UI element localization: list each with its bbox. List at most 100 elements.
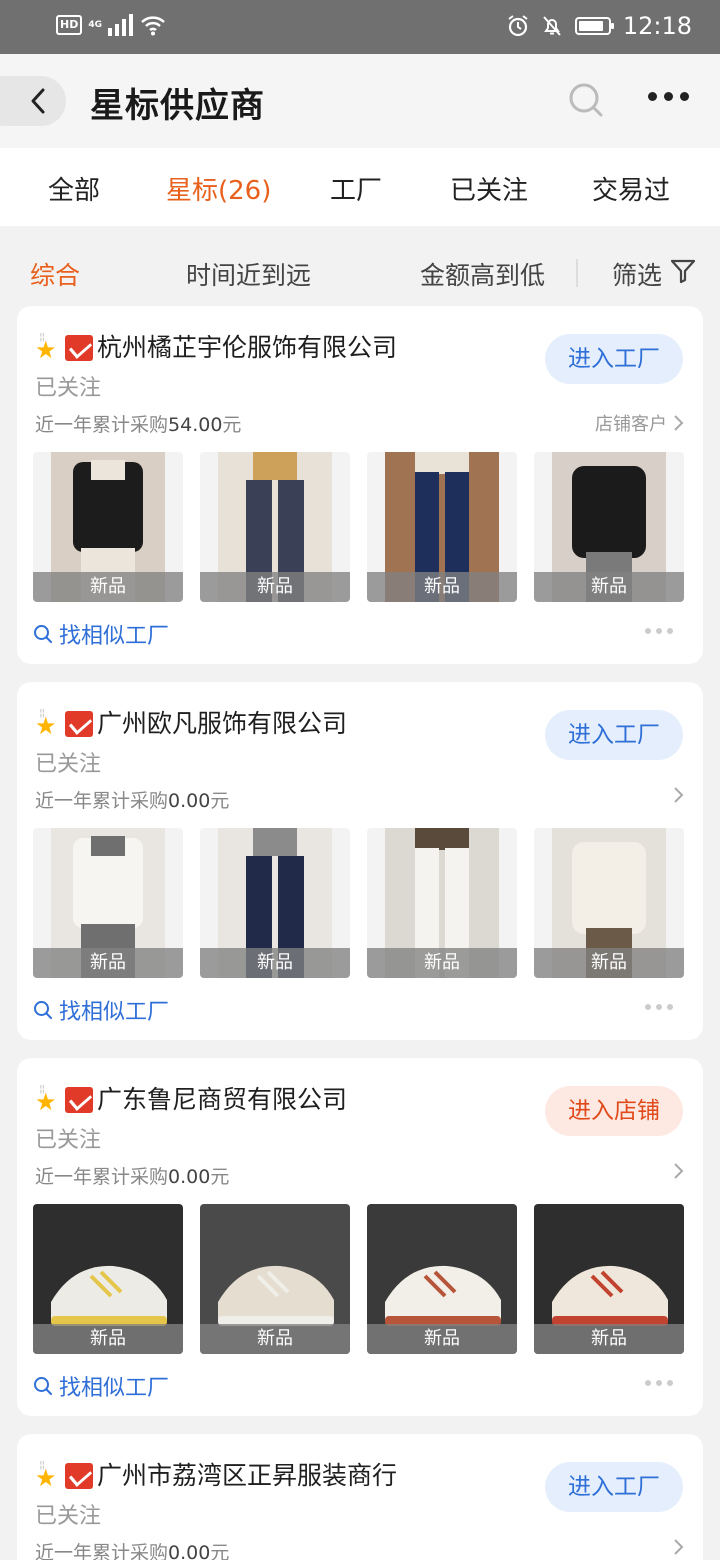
tab-factory[interactable]: 工厂 [330, 170, 382, 207]
purchase-unit: 元 [222, 414, 242, 436]
supplier-badges: ¦¦ ★ [35, 1460, 93, 1492]
customer-link[interactable] [667, 1162, 685, 1180]
chevron-right-icon [674, 1163, 684, 1179]
more-dot-icon [680, 92, 689, 101]
new-product-label: 新品 [33, 1324, 183, 1354]
new-product-label: 新品 [367, 1324, 517, 1354]
supplier-card[interactable]: ¦¦ ★ 广东鲁尼商贸有限公司 已关注 近一年累计采购0.00元 进入店铺 新品 新品 新品 新品… [17, 1058, 703, 1416]
product-thumb[interactable]: 新品 [534, 828, 684, 978]
supplier-badges: ¦¦ ★ [35, 1084, 93, 1116]
tab-traded[interactable]: 交易过 [592, 170, 670, 207]
search-icon [569, 83, 603, 117]
product-thumb[interactable]: 新品 [534, 1204, 684, 1354]
customer-link[interactable] [667, 1538, 685, 1556]
wifi-icon [141, 16, 165, 36]
find-similar-link[interactable]: 找相似工厂 [33, 994, 169, 1026]
find-similar-link[interactable]: 找相似工厂 [33, 1370, 169, 1402]
card-more-button[interactable] [645, 1380, 673, 1386]
more-dot-icon [645, 1004, 651, 1010]
filter-icon[interactable] [670, 258, 696, 284]
product-thumb[interactable]: 新品 [33, 1204, 183, 1354]
more-dot-icon [667, 628, 673, 634]
product-thumb[interactable]: 新品 [200, 828, 350, 978]
search-button[interactable] [566, 80, 606, 124]
purchase-label: 近一年累计采购 [35, 414, 169, 436]
find-similar-label: 找相似工厂 [59, 624, 170, 649]
product-thumb[interactable]: 新品 [534, 452, 684, 602]
verified-flag-icon [65, 711, 93, 737]
company-name[interactable]: 广州欧凡服饰有限公司 [97, 704, 347, 740]
tab-all[interactable]: 全部 [48, 170, 100, 207]
verified-flag-icon [65, 1087, 93, 1113]
purchase-amount: 0.00 [168, 790, 211, 812]
product-thumb[interactable]: 新品 [367, 1204, 517, 1354]
supplier-card[interactable]: ¦¦ ★ 广州市荔湾区正昇服装商行已关注近一年累计采购0.00元 进入工厂 [17, 1434, 703, 1560]
chevron-right-icon [674, 787, 684, 803]
product-thumb[interactable]: 新品 [33, 828, 183, 978]
purchase-amount: 0.00 [168, 1166, 211, 1188]
sort-amount[interactable]: 金额高到低 [420, 256, 545, 292]
card-more-button[interactable] [645, 1004, 673, 1010]
enter-button[interactable]: 进入工厂 [545, 710, 683, 760]
new-product-label: 新品 [33, 948, 183, 978]
status-left: HD 4G [56, 14, 166, 36]
enter-button[interactable]: 进入店铺 [545, 1086, 683, 1136]
star-medal-icon: ¦¦ ★ [35, 708, 57, 740]
more-dot-icon [645, 628, 651, 634]
find-similar-link[interactable]: 找相似工厂 [33, 618, 169, 650]
star-medal-icon: ¦¦ ★ [35, 1084, 57, 1116]
purchase-unit: 元 [210, 1166, 230, 1188]
tab-followed[interactable]: 已关注 [450, 170, 528, 207]
sort-comprehensive[interactable]: 综合 [30, 256, 80, 292]
company-name[interactable]: 广州市荔湾区正昇服装商行 [97, 1456, 397, 1492]
product-thumb[interactable]: 新品 [200, 452, 350, 602]
purchase-unit: 元 [210, 790, 230, 812]
enter-button[interactable]: 进入工厂 [545, 334, 683, 384]
supplier-card[interactable]: ¦¦ ★ 杭州橘芷宇伦服饰有限公司 已关注 近一年累计采购54.00元 店铺客户 进入工厂新… [17, 306, 703, 664]
star-medal-icon: ¦¦ ★ [35, 1460, 57, 1492]
verified-flag-icon [65, 335, 93, 361]
enter-button[interactable]: 进入工厂 [545, 1462, 683, 1512]
new-product-label: 新品 [367, 948, 517, 978]
purchase-summary: 近一年累计采购0.00元 [35, 786, 229, 813]
company-name[interactable]: 杭州橘芷宇伦服饰有限公司 [97, 328, 397, 364]
product-thumb[interactable]: 新品 [367, 452, 517, 602]
chevron-right-icon [674, 1539, 684, 1555]
new-product-label: 新品 [534, 1324, 684, 1354]
supplier-badges: ¦¦ ★ [35, 332, 93, 362]
chevron-left-icon [31, 88, 45, 114]
purchase-label: 近一年累计采购 [35, 1166, 169, 1188]
back-button[interactable] [0, 76, 66, 126]
product-thumb[interactable]: 新品 [200, 1204, 350, 1354]
customer-link[interactable] [667, 786, 685, 804]
product-thumb[interactable]: 新品 [367, 828, 517, 978]
follow-status: 已关注 [35, 1128, 102, 1153]
more-menu-button[interactable] [648, 92, 689, 101]
status-right: 12:18 [507, 12, 692, 40]
customer-label: 店铺客户 [595, 414, 667, 435]
customer-link[interactable]: 店铺客户 [595, 410, 685, 436]
supplier-card[interactable]: ¦¦ ★ 广州欧凡服饰有限公司 已关注 近一年累计采购0.00元 进入工厂 新品 新品 新品 新品… [17, 682, 703, 1040]
card-more-button[interactable] [645, 628, 673, 634]
new-product-label: 新品 [534, 572, 684, 602]
network-badge: 4G [88, 20, 102, 30]
header: 星标供应商 [0, 54, 720, 148]
new-product-label: 新品 [367, 572, 517, 602]
filter-button[interactable]: 筛选 [612, 256, 662, 292]
search-icon [34, 1001, 52, 1019]
sort-time[interactable]: 时间近到远 [186, 256, 311, 292]
more-dot-icon [667, 1380, 673, 1386]
company-name[interactable]: 广东鲁尼商贸有限公司 [97, 1080, 347, 1116]
new-product-label: 新品 [33, 572, 183, 602]
new-product-label: 新品 [200, 948, 350, 978]
product-thumbnails: 新品 新品 新品 新品 [33, 828, 684, 978]
follow-status: 已关注 [35, 1504, 102, 1529]
more-dot-icon [667, 1004, 673, 1010]
tab-starred[interactable]: 星标(26) [166, 170, 271, 207]
hd-badge: HD [56, 15, 83, 35]
status-time: 12:18 [622, 12, 692, 40]
product-thumb[interactable]: 新品 [33, 452, 183, 602]
follow-status: 已关注 [35, 752, 102, 777]
battery-icon [574, 17, 614, 35]
purchase-summary: 近一年累计采购0.00元 [35, 1538, 229, 1560]
